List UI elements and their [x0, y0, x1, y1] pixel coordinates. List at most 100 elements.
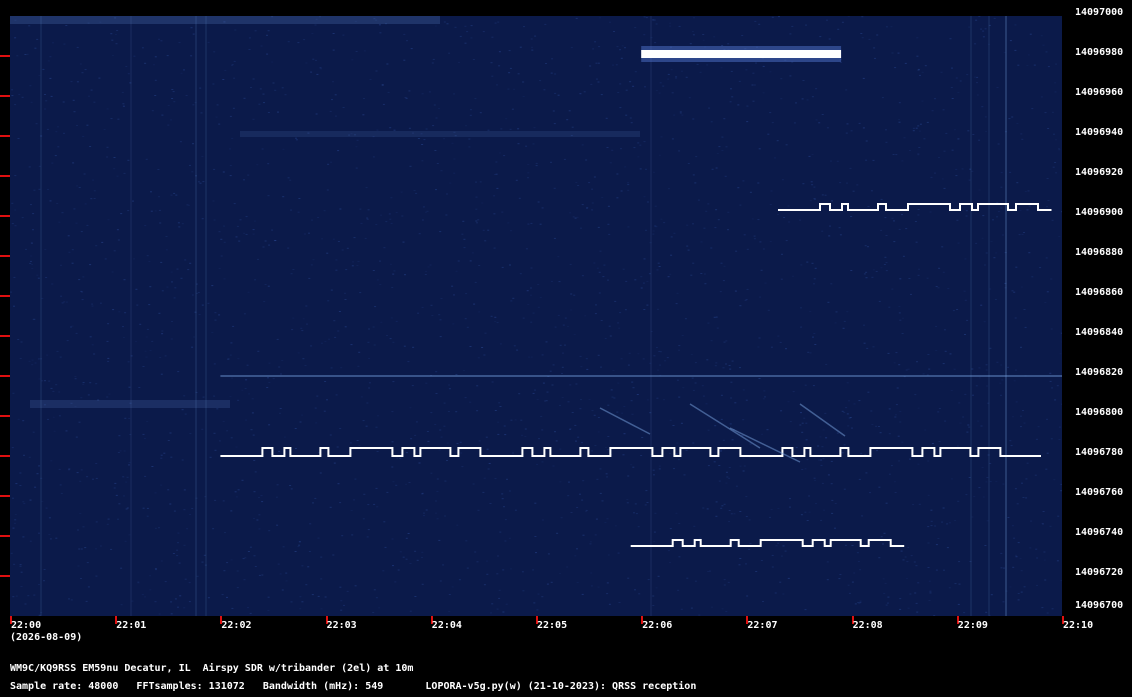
noise-speckle — [229, 354, 232, 356]
noise-speckle — [899, 411, 902, 413]
noise-speckle — [746, 105, 749, 107]
noise-speckle — [618, 327, 621, 329]
frequency-tick-label: 14096940 — [1075, 127, 1124, 138]
noise-speckle — [391, 411, 394, 413]
noise-speckle — [600, 320, 603, 321]
noise-speckle — [1060, 490, 1062, 492]
noise-speckle — [606, 582, 609, 584]
noise-speckle — [430, 304, 433, 306]
noise-speckle — [664, 360, 667, 362]
noise-speckle — [730, 88, 732, 90]
noise-speckle — [417, 312, 420, 314]
noise-speckle — [213, 219, 216, 221]
noise-speckle — [160, 261, 163, 263]
noise-speckle — [853, 403, 856, 405]
noise-speckle — [144, 225, 147, 227]
noise-speckle — [84, 69, 87, 71]
noise-speckle — [937, 411, 940, 413]
noise-speckle — [654, 225, 657, 227]
noise-speckle — [805, 422, 808, 424]
noise-speckle — [78, 548, 81, 550]
noise-speckle — [631, 413, 634, 415]
noise-speckle — [876, 450, 878, 452]
noise-speckle — [367, 341, 370, 343]
noise-speckle — [30, 255, 33, 257]
noise-speckle — [159, 222, 162, 224]
noise-speckle — [173, 510, 176, 512]
noise-speckle — [351, 265, 354, 267]
noise-speckle — [541, 519, 544, 521]
noise-speckle — [898, 305, 901, 307]
noise-speckle — [506, 478, 508, 480]
noise-speckle — [530, 321, 533, 323]
noise-speckle — [402, 241, 405, 243]
noise-speckle — [271, 61, 274, 63]
noise-speckle — [715, 501, 718, 503]
noise-speckle — [93, 190, 96, 192]
noise-speckle — [1046, 291, 1049, 293]
noise-speckle — [154, 568, 157, 570]
noise-speckle — [646, 502, 649, 503]
noise-speckle — [146, 515, 149, 517]
noise-speckle — [336, 446, 339, 448]
noise-speckle — [791, 25, 794, 27]
noise-speckle — [332, 33, 335, 34]
noise-speckle — [444, 515, 447, 517]
noise-speckle — [576, 581, 579, 583]
noise-speckle — [964, 334, 966, 335]
noise-speckle — [307, 566, 310, 568]
noise-speckle — [58, 391, 61, 393]
noise-speckle — [118, 435, 121, 437]
noise-speckle — [581, 204, 584, 206]
noise-speckle — [510, 230, 513, 232]
noise-speckle — [47, 418, 49, 420]
frequency-tick-label: 14096780 — [1075, 447, 1124, 458]
noise-speckle — [186, 528, 189, 530]
noise-speckle — [678, 345, 681, 347]
noise-speckle — [366, 536, 369, 538]
noise-speckle — [667, 78, 670, 80]
noise-speckle — [154, 601, 157, 603]
noise-speckle — [994, 299, 997, 300]
noise-speckle — [13, 563, 16, 565]
noise-speckle — [166, 55, 169, 57]
frequency-tick — [0, 175, 10, 177]
noise-speckle — [315, 422, 318, 424]
noise-speckle — [314, 407, 317, 409]
noise-speckle — [439, 580, 442, 582]
noise-speckle — [858, 603, 861, 605]
noise-speckle — [468, 146, 471, 148]
noise-speckle — [982, 215, 985, 217]
noise-speckle — [711, 168, 714, 170]
noise-speckle — [163, 452, 166, 454]
noise-speckle — [758, 378, 761, 379]
noise-speckle — [1035, 438, 1038, 440]
frequency-tick — [0, 215, 10, 217]
noise-speckle — [554, 431, 556, 433]
time-tick-label: 22:05 — [537, 620, 568, 631]
noise-speckle — [851, 427, 853, 429]
noise-speckle — [491, 603, 494, 605]
noise-speckle — [801, 98, 804, 100]
noise-speckle — [944, 350, 947, 352]
noise-speckle — [632, 466, 635, 468]
noise-speckle — [513, 345, 516, 347]
noise-speckle — [1001, 379, 1004, 381]
noise-speckle — [635, 513, 638, 515]
noise-speckle — [466, 31, 469, 33]
noise-speckle — [167, 440, 170, 441]
noise-speckle — [942, 271, 945, 273]
noise-speckle — [380, 321, 383, 323]
noise-speckle — [356, 265, 359, 267]
noise-speckle — [865, 472, 868, 474]
noise-speckle — [387, 91, 390, 93]
noise-speckle — [912, 130, 915, 132]
noise-speckle — [124, 540, 127, 542]
noise-speckle — [127, 210, 130, 212]
noise-speckle — [564, 317, 567, 319]
noise-speckle — [124, 417, 127, 419]
noise-speckle — [253, 220, 256, 222]
noise-speckle — [266, 34, 268, 36]
noise-speckle — [702, 39, 705, 41]
noise-speckle — [898, 312, 901, 314]
